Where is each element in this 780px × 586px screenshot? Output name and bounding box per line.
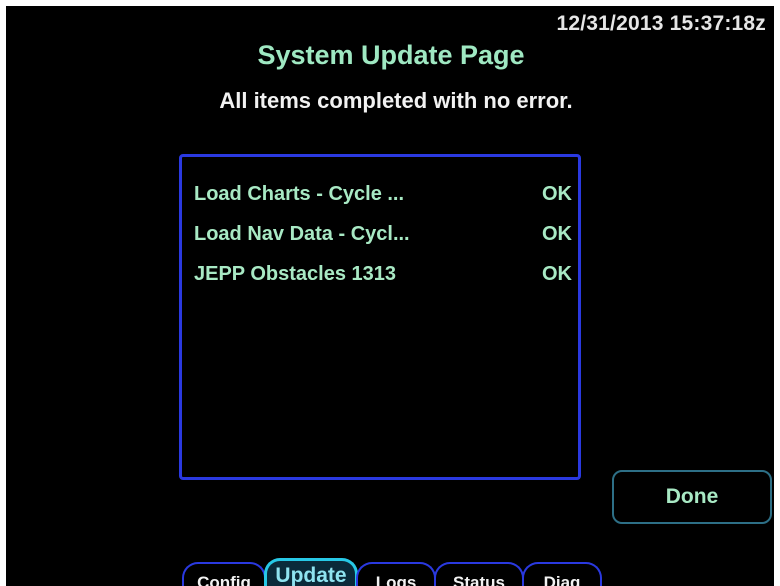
update-item-name: JEPP Obstacles 1313 bbox=[194, 263, 396, 285]
update-result-row: Load Charts - Cycle ... OK bbox=[194, 183, 574, 211]
done-button[interactable]: Done bbox=[612, 470, 772, 524]
tab-config[interactable]: Config bbox=[182, 562, 266, 586]
status-message: All items completed with no error. bbox=[219, 88, 573, 113]
update-item-name: Load Charts - Cycle ... bbox=[194, 183, 405, 205]
update-item-status: OK bbox=[542, 183, 572, 205]
page-title: System Update Page bbox=[257, 40, 525, 70]
tab-bar: Config Update Logs Status Diag bbox=[6, 558, 774, 586]
update-result-row: Load Nav Data - Cycl... OK bbox=[194, 223, 574, 251]
tab-status[interactable]: Status bbox=[434, 562, 524, 586]
update-item-status: OK bbox=[542, 223, 572, 245]
update-item-status: OK bbox=[542, 263, 572, 285]
update-result-row: JEPP Obstacles 1313 OK bbox=[194, 263, 574, 291]
tab-logs[interactable]: Logs bbox=[356, 562, 436, 586]
tab-update[interactable]: Update bbox=[264, 558, 358, 586]
timestamp: 12/31/2013 15:37:18z bbox=[556, 12, 766, 35]
system-update-screen: 12/31/2013 15:37:18z System Update Page … bbox=[6, 6, 774, 586]
tab-diag[interactable]: Diag bbox=[522, 562, 602, 586]
update-item-name: Load Nav Data - Cycl... bbox=[194, 223, 410, 245]
update-results-list: Load Charts - Cycle ... OK Load Nav Data… bbox=[179, 154, 581, 480]
